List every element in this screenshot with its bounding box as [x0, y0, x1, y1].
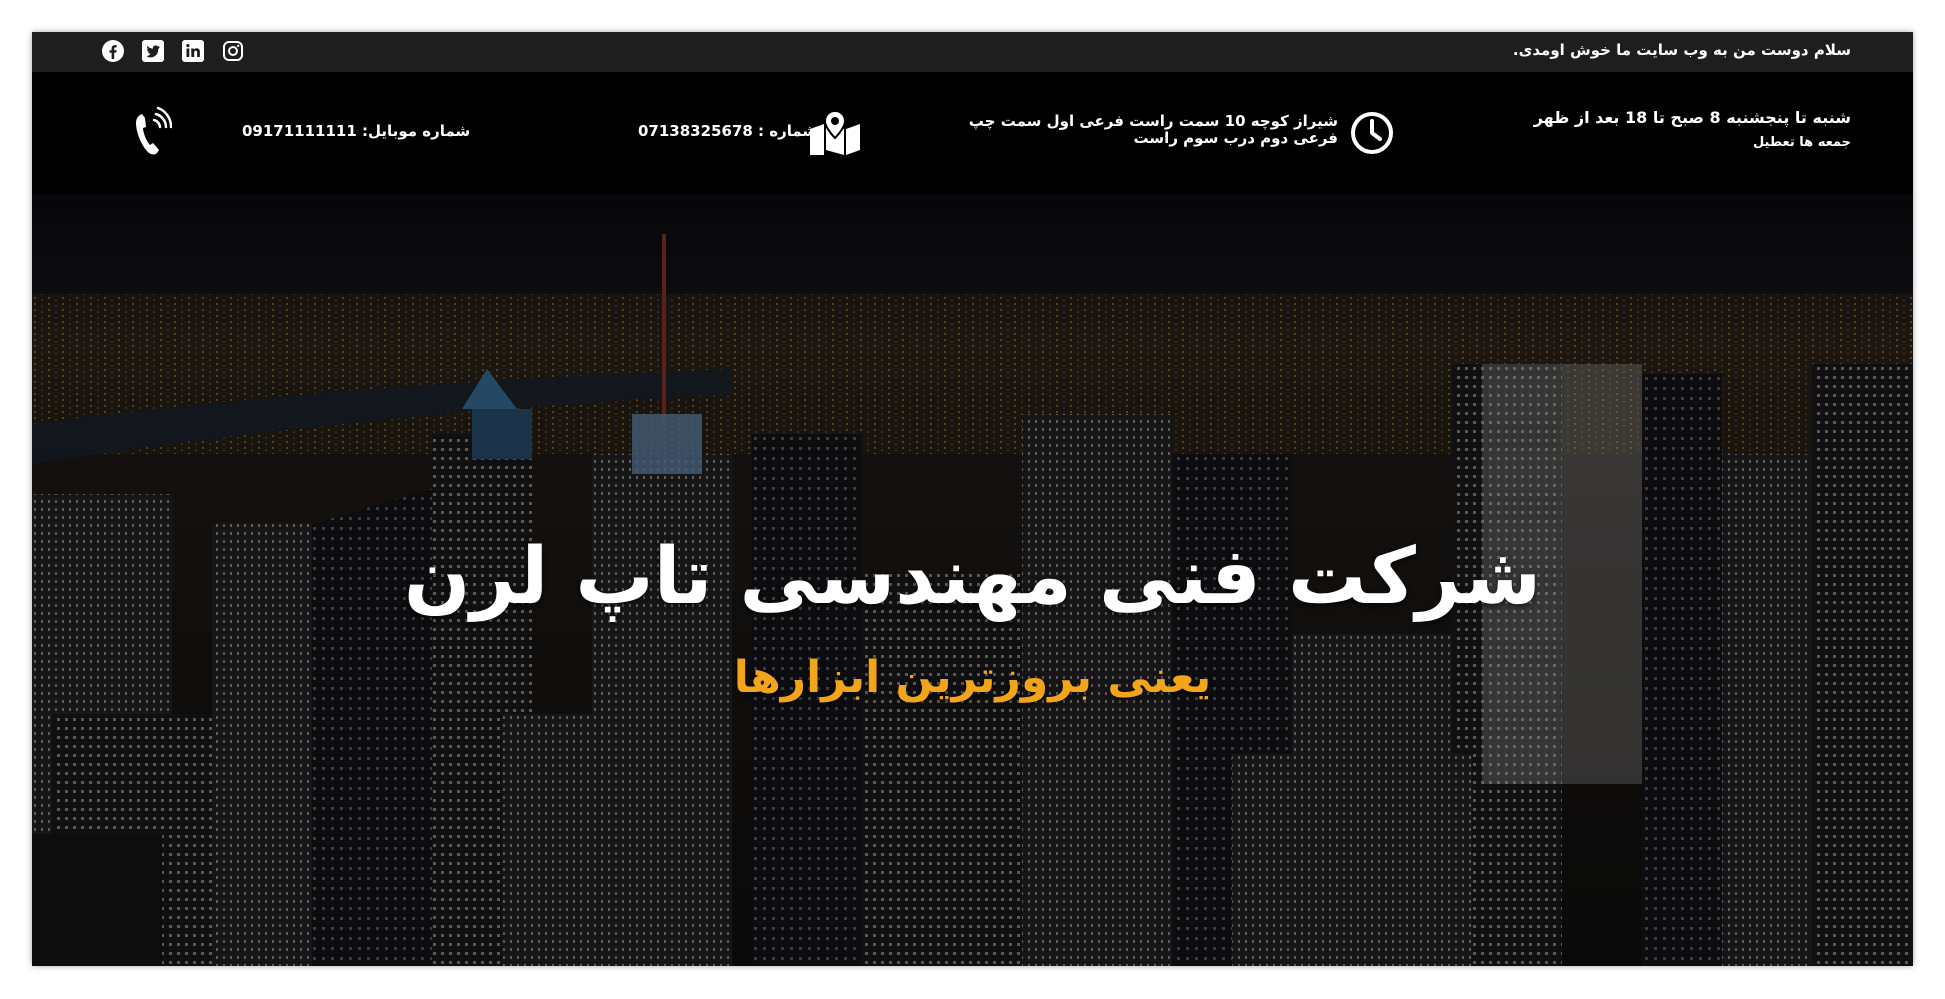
- hero-subtitle: یعنی بروزترین ابزارها: [733, 652, 1212, 703]
- page-frame: سلام دوست من به وب سایت ما خوش اومدی. شن…: [32, 32, 1913, 966]
- hero-banner: شرکت فنی مهندسی تاپ لرن یعنی بروزترین اب…: [32, 194, 1913, 966]
- working-hours: شنبه تا پنجشنبه 8 صبح تا 18 بعد از ظهر ج…: [1534, 108, 1851, 150]
- linkedin-icon[interactable]: [180, 38, 206, 64]
- phone-number[interactable]: شماره : 07138325678: [638, 122, 817, 140]
- twitter-icon[interactable]: [140, 38, 166, 64]
- address-line-1: شیراز کوچه 10 سمت راست فرعی اول سمت چپ: [968, 112, 1338, 130]
- address: شیراز کوچه 10 سمت راست فرعی اول سمت چپ ف…: [969, 112, 1338, 147]
- contact-bar: شنبه تا پنجشنبه 8 صبح تا 18 بعد از ظهر ج…: [32, 72, 1913, 194]
- phone-icon: [136, 106, 172, 155]
- address-line-2: فرعی دوم درب سوم راست: [1133, 129, 1338, 147]
- instagram-icon[interactable]: [220, 38, 246, 64]
- top-bar: سلام دوست من به وب سایت ما خوش اومدی.: [32, 32, 1913, 72]
- social-links: [100, 38, 246, 64]
- hours-line-1: شنبه تا پنجشنبه 8 صبح تا 18 بعد از ظهر: [1533, 108, 1851, 127]
- hero-title: شرکت فنی مهندسی تاپ لرن: [403, 532, 1542, 622]
- welcome-text: سلام دوست من به وب سایت ما خوش اومدی.: [1512, 41, 1851, 59]
- facebook-icon[interactable]: [100, 38, 126, 64]
- mobile-number[interactable]: شماره موبایل: 09171111111: [242, 122, 470, 140]
- clock-icon: [1351, 112, 1393, 154]
- hours-line-2: جمعه ها تعطیل: [1752, 135, 1851, 150]
